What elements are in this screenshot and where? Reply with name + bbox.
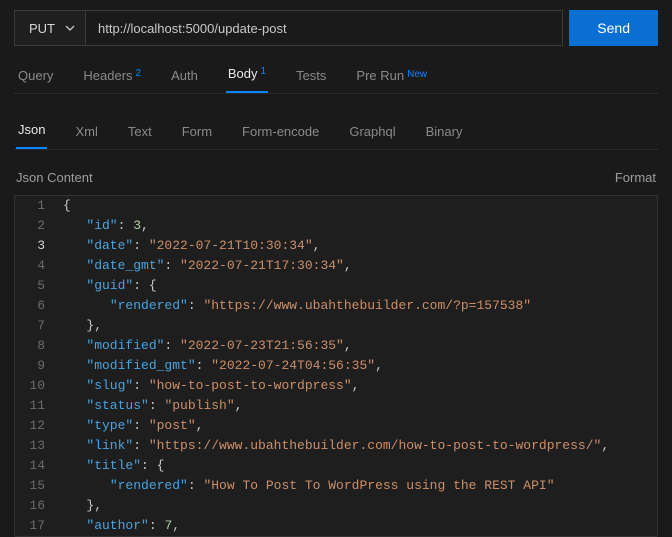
- editor-line[interactable]: 12 "type": "post",: [15, 416, 657, 436]
- editor-line[interactable]: 1{: [15, 196, 657, 216]
- tab-label: Auth: [171, 68, 198, 83]
- editor-line[interactable]: 15 "rendered": "How To Post To WordPress…: [15, 476, 657, 496]
- body-tab-form-encode[interactable]: Form-encode: [240, 124, 321, 149]
- tab-badge: New: [407, 69, 427, 80]
- tab-body[interactable]: Body1: [226, 66, 268, 93]
- tab-label: Text: [128, 124, 152, 139]
- line-code: "rendered": "How To Post To WordPress us…: [59, 476, 657, 496]
- line-code: "guid": {: [59, 276, 657, 296]
- editor-line[interactable]: 13 "link": "https://www.ubahthebuilder.c…: [15, 436, 657, 456]
- format-button[interactable]: Format: [615, 170, 656, 185]
- line-code: "type": "post",: [59, 416, 657, 436]
- tab-label: Query: [18, 68, 53, 83]
- editor-line[interactable]: 9 "modified_gmt": "2022-07-24T04:56:35",: [15, 356, 657, 376]
- line-number: 6: [15, 296, 59, 316]
- tab-label: Xml: [75, 124, 97, 139]
- line-code: },: [59, 496, 657, 516]
- body-tab-form[interactable]: Form: [180, 124, 214, 149]
- line-number: 10: [15, 376, 59, 396]
- send-button[interactable]: Send: [569, 10, 658, 46]
- http-method-label: PUT: [29, 21, 55, 36]
- request-tabs: Query Headers 2 Auth Body1 Tests Pre RunNew: [14, 64, 658, 94]
- editor-line[interactable]: 2 "id": 3,: [15, 216, 657, 236]
- editor-line[interactable]: 6 "rendered": "https://www.ubahthebuilde…: [15, 296, 657, 316]
- line-number: 9: [15, 356, 59, 376]
- url-input[interactable]: [86, 10, 563, 46]
- editor-line[interactable]: 8 "modified": "2022-07-23T21:56:35",: [15, 336, 657, 356]
- line-code: "status": "publish",: [59, 396, 657, 416]
- body-type-tabs: Json Xml Text Form Form-encode Graphql Binary: [14, 120, 658, 150]
- body-tab-text[interactable]: Text: [126, 124, 154, 149]
- content-title: Json Content: [16, 170, 93, 185]
- editor-line[interactable]: 4 "date_gmt": "2022-07-21T17:30:34",: [15, 256, 657, 276]
- tab-label: Form-encode: [242, 124, 319, 139]
- line-code: "title": {: [59, 456, 657, 476]
- line-number: 11: [15, 396, 59, 416]
- http-method-select[interactable]: PUT: [14, 10, 86, 46]
- line-number: 13: [15, 436, 59, 456]
- line-code: "slug": "how-to-post-to-wordpress",: [59, 376, 657, 396]
- line-code: "date_gmt": "2022-07-21T17:30:34",: [59, 256, 657, 276]
- line-number: 8: [15, 336, 59, 356]
- line-code: "link": "https://www.ubahthebuilder.com/…: [59, 436, 657, 456]
- tab-headers[interactable]: Headers 2: [81, 68, 143, 93]
- tab-label: Tests: [296, 68, 326, 83]
- editor-line[interactable]: 3 "date": "2022-07-21T10:30:34",: [15, 236, 657, 256]
- line-number: 14: [15, 456, 59, 476]
- editor-line[interactable]: 5 "guid": {: [15, 276, 657, 296]
- line-code: "date": "2022-07-21T10:30:34",: [59, 236, 657, 256]
- line-number: 17: [15, 516, 59, 536]
- editor-line[interactable]: 17 "author": 7,: [15, 516, 657, 536]
- line-number: 5: [15, 276, 59, 296]
- content-header: Json Content Format: [14, 170, 658, 185]
- line-code: "modified": "2022-07-23T21:56:35",: [59, 336, 657, 356]
- line-number: 1: [15, 196, 59, 216]
- body-tab-binary[interactable]: Binary: [424, 124, 465, 149]
- tab-query[interactable]: Query: [16, 68, 55, 93]
- line-code: "rendered": "https://www.ubahthebuilder.…: [59, 296, 657, 316]
- body-tab-xml[interactable]: Xml: [73, 124, 99, 149]
- tab-label: Pre Run: [356, 68, 404, 83]
- editor-line[interactable]: 11 "status": "publish",: [15, 396, 657, 416]
- line-number: 16: [15, 496, 59, 516]
- editor-line[interactable]: 10 "slug": "how-to-post-to-wordpress",: [15, 376, 657, 396]
- json-editor[interactable]: 1{2 "id": 3,3 "date": "2022-07-21T10:30:…: [14, 195, 658, 537]
- line-number: 4: [15, 256, 59, 276]
- line-number: 12: [15, 416, 59, 436]
- line-code: "modified_gmt": "2022-07-24T04:56:35",: [59, 356, 657, 376]
- line-code: {: [59, 196, 657, 216]
- tab-label: Headers: [83, 68, 132, 83]
- tab-tests[interactable]: Tests: [294, 68, 328, 93]
- tab-badge: 2: [136, 68, 142, 79]
- chevron-down-icon: [65, 23, 75, 33]
- line-code: },: [59, 316, 657, 336]
- tab-label: Body: [228, 66, 258, 81]
- body-tab-graphql[interactable]: Graphql: [347, 124, 397, 149]
- tab-label: Json: [18, 122, 45, 137]
- editor-line[interactable]: 16 },: [15, 496, 657, 516]
- line-number: 3: [15, 236, 59, 256]
- tab-label: Graphql: [349, 124, 395, 139]
- tab-badge: 1: [261, 66, 267, 77]
- tab-pre-run[interactable]: Pre RunNew: [354, 68, 429, 93]
- tab-label: Form: [182, 124, 212, 139]
- editor-line[interactable]: 14 "title": {: [15, 456, 657, 476]
- body-tab-json[interactable]: Json: [16, 122, 47, 149]
- line-code: "author": 7,: [59, 516, 657, 536]
- line-number: 15: [15, 476, 59, 496]
- tab-auth[interactable]: Auth: [169, 68, 200, 93]
- tab-label: Binary: [426, 124, 463, 139]
- line-number: 7: [15, 316, 59, 336]
- editor-line[interactable]: 7 },: [15, 316, 657, 336]
- line-number: 2: [15, 216, 59, 236]
- line-code: "id": 3,: [59, 216, 657, 236]
- request-bar: PUT Send: [14, 10, 658, 46]
